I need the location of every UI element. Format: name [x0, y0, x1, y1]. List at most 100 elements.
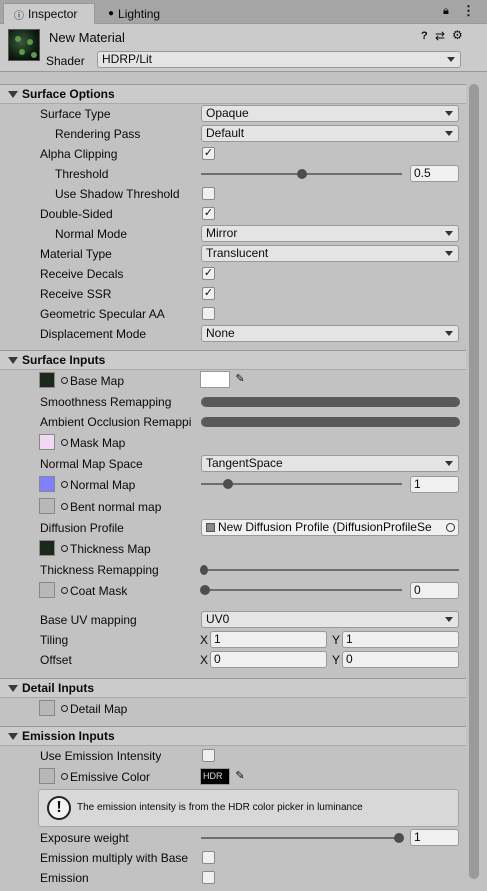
- use-emission-intensity-label: Use Emission Intensity: [40, 749, 162, 763]
- base-color-swatch[interactable]: [200, 371, 230, 388]
- normal-map-space-label: Normal Map Space: [40, 457, 143, 471]
- thickness-map-thumbnail[interactable]: [39, 540, 55, 556]
- foldout-icon: [8, 357, 18, 364]
- surface-type-dropdown[interactable]: Opaque: [201, 105, 459, 122]
- double-sided-label: Double-Sided: [40, 207, 113, 221]
- coat-mask-label: Coat Mask: [70, 584, 128, 598]
- object-picker-icon[interactable]: [61, 377, 68, 384]
- offset-y-label: Y: [332, 653, 341, 667]
- offset-x-field[interactable]: 0: [210, 651, 327, 668]
- section-emission-inputs[interactable]: Emission Inputs: [0, 726, 466, 746]
- use-shadow-threshold-checkbox[interactable]: [202, 187, 215, 200]
- material-type-dropdown[interactable]: Translucent: [201, 245, 459, 262]
- tiling-y-label: Y: [332, 633, 341, 647]
- exposure-weight-slider-knob[interactable]: [394, 833, 404, 843]
- mask-map-thumbnail[interactable]: [39, 434, 55, 450]
- coat-mask-field[interactable]: 0: [410, 582, 459, 599]
- coat-mask-thumbnail[interactable]: [39, 582, 55, 598]
- tab-lighting[interactable]: ● Lighting: [98, 3, 190, 24]
- coat-mask-slider-track[interactable]: [201, 589, 402, 591]
- double-sided-checkbox[interactable]: ✓: [202, 207, 215, 220]
- section-detail-inputs[interactable]: Detail Inputs: [0, 678, 466, 698]
- object-picker-icon[interactable]: [61, 705, 68, 712]
- diffusion-profile-field[interactable]: New Diffusion Profile (DiffusionProfileS…: [201, 519, 459, 536]
- normal-map-field[interactable]: 1: [410, 476, 459, 493]
- gear-icon[interactable]: ⚙: [452, 28, 463, 42]
- use-emission-intensity-checkbox[interactable]: [202, 749, 215, 762]
- exposure-weight-field[interactable]: 1: [410, 829, 459, 846]
- object-picker-icon[interactable]: [61, 587, 68, 594]
- alpha-clipping-label: Alpha Clipping: [40, 147, 118, 161]
- smoothness-remapping-range[interactable]: [201, 397, 460, 407]
- displacement-mode-dropdown[interactable]: None: [201, 325, 459, 342]
- menu-icon[interactable]: ⋮: [462, 3, 475, 19]
- tiling-y-field[interactable]: 1: [342, 631, 459, 648]
- base-uv-mapping-label: Base UV mapping: [40, 613, 137, 627]
- chevron-down-icon: [445, 111, 453, 116]
- displacement-mode-label: Displacement Mode: [40, 327, 147, 341]
- emissive-color-swatch[interactable]: HDR: [200, 768, 230, 785]
- normal-map-slider-knob[interactable]: [223, 479, 233, 489]
- emission-label: Emission: [40, 871, 89, 885]
- thickness-remapping-track[interactable]: [201, 569, 459, 571]
- help-icon[interactable]: ?: [421, 30, 428, 42]
- threshold-slider-knob[interactable]: [297, 169, 307, 179]
- alpha-clipping-checkbox[interactable]: ✓: [202, 147, 215, 160]
- emission-checkbox[interactable]: [202, 871, 215, 884]
- object-picker-icon[interactable]: [61, 503, 68, 510]
- object-picker-icon[interactable]: [61, 481, 68, 488]
- chevron-down-icon: [445, 231, 453, 236]
- normal-map-thumbnail[interactable]: [39, 476, 55, 492]
- receive-decals-label: Receive Decals: [40, 267, 124, 281]
- thickness-remapping-knob[interactable]: [200, 565, 208, 575]
- normal-map-space-dropdown[interactable]: TangentSpace: [201, 455, 459, 472]
- shader-dropdown[interactable]: HDRP/Lit: [97, 51, 461, 68]
- surface-type-label: Surface Type: [40, 107, 111, 121]
- base-map-thumbnail[interactable]: [39, 372, 55, 388]
- bulb-icon: ●: [108, 8, 115, 19]
- receive-ssr-checkbox[interactable]: ✓: [202, 287, 215, 300]
- rendering-pass-label: Rendering Pass: [55, 127, 141, 141]
- geometric-specular-aa-checkbox[interactable]: [202, 307, 215, 320]
- thickness-map-label: Thickness Map: [70, 542, 151, 556]
- eyedropper-icon[interactable]: ✎: [232, 371, 248, 387]
- lock-icon[interactable]: 🔒︎: [443, 5, 449, 18]
- tiling-x-label: X: [200, 633, 209, 647]
- tiling-label: Tiling: [40, 633, 69, 647]
- rendering-pass-dropdown[interactable]: Default: [201, 125, 459, 142]
- emissive-color-thumbnail[interactable]: [39, 768, 55, 784]
- tab-inspector[interactable]: ⓘ Inspector: [3, 3, 95, 24]
- material-type-label: Material Type: [40, 247, 112, 261]
- detail-map-label: Detail Map: [70, 702, 128, 716]
- exposure-weight-slider-track[interactable]: [201, 837, 402, 839]
- ao-remapping-range[interactable]: [201, 417, 460, 427]
- object-picker-icon[interactable]: [61, 439, 68, 446]
- coat-mask-slider-knob[interactable]: [200, 585, 210, 595]
- exposure-weight-label: Exposure weight: [40, 831, 129, 845]
- presets-icon[interactable]: ⇄: [435, 29, 445, 43]
- object-picker-icon[interactable]: [61, 545, 68, 552]
- threshold-label: Threshold: [55, 167, 109, 181]
- receive-decals-checkbox[interactable]: ✓: [202, 267, 215, 280]
- object-picker-icon[interactable]: [61, 773, 68, 780]
- smoothness-remapping-label: Smoothness Remapping: [40, 395, 172, 409]
- emission-multiply-checkbox[interactable]: [202, 851, 215, 864]
- scrollbar-thumb[interactable]: [469, 84, 479, 879]
- warning-icon: !: [47, 796, 71, 820]
- offset-y-field[interactable]: 0: [342, 651, 459, 668]
- normal-mode-label: Normal Mode: [55, 227, 128, 241]
- section-surface-inputs[interactable]: Surface Inputs: [0, 350, 466, 370]
- eyedropper-icon[interactable]: ✎: [232, 768, 248, 784]
- detail-map-thumbnail[interactable]: [39, 700, 55, 716]
- base-uv-mapping-dropdown[interactable]: UV0: [201, 611, 459, 628]
- material-preview-icon: [8, 29, 40, 61]
- object-picker-icon[interactable]: [446, 523, 455, 532]
- section-surface-options[interactable]: Surface Options: [0, 84, 466, 104]
- chevron-down-icon: [445, 251, 453, 256]
- normal-mode-dropdown[interactable]: Mirror: [201, 225, 459, 242]
- threshold-field[interactable]: 0.5: [410, 165, 459, 182]
- offset-x-label: X: [200, 653, 209, 667]
- tiling-x-field[interactable]: 1: [210, 631, 327, 648]
- bent-normal-map-thumbnail[interactable]: [39, 498, 55, 514]
- diffusion-profile-label: Diffusion Profile: [40, 521, 124, 535]
